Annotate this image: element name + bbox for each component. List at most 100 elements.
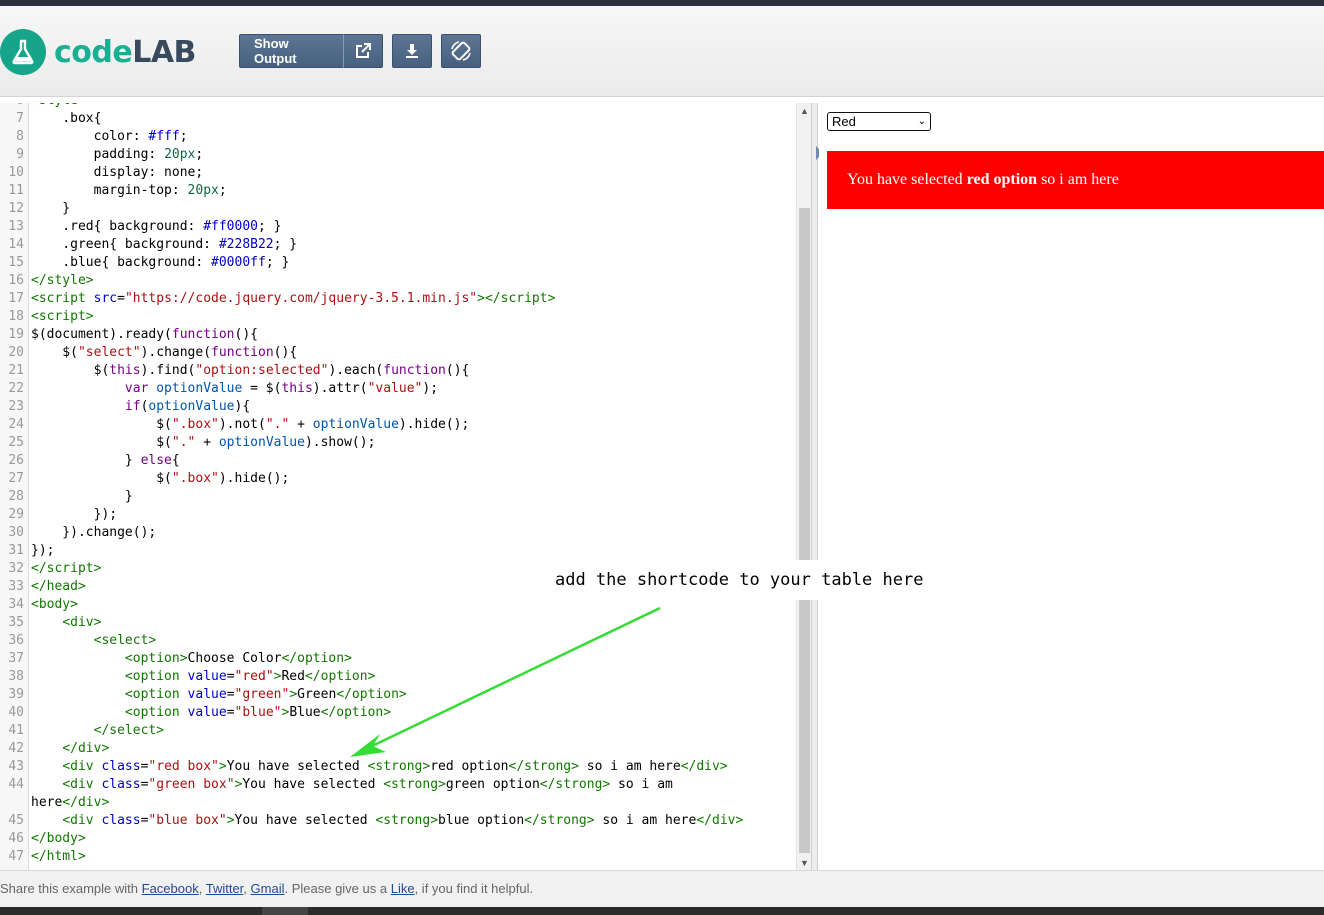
line-number: 12	[8, 201, 24, 216]
code-line: 26 } else{	[0, 452, 796, 470]
line-number: 18	[8, 309, 24, 324]
code-text: $(this).find("option:selected").each(fun…	[31, 363, 470, 378]
code-text: $("select").change(function(){	[31, 345, 298, 360]
line-number: 45	[8, 813, 24, 828]
line-number: 17	[8, 291, 24, 306]
editor-scrollbar[interactable]: ▲ ▼	[796, 103, 811, 870]
line-number: 11	[8, 183, 24, 198]
open-new-window-button[interactable]	[344, 34, 383, 68]
code-text: </select>	[93, 723, 165, 738]
rotate-layout-button[interactable]	[441, 34, 481, 68]
code-text: display: none;	[31, 165, 204, 180]
show-output-button[interactable]: Show Output	[239, 34, 344, 68]
line-number: 15	[8, 255, 24, 270]
header: codeLAB Show Output	[0, 6, 1324, 97]
code-text: .box{	[31, 111, 102, 126]
color-select-value: Red	[832, 114, 856, 129]
logo-text: codeLAB	[54, 35, 196, 70]
code-line: 28 }	[0, 488, 796, 506]
code-line: 24 $(".box").not("." + optionValue).hide…	[0, 416, 796, 434]
pane-divider[interactable]	[811, 103, 818, 870]
code-line: 47 </html>	[0, 848, 796, 866]
code-text: } else{	[31, 453, 180, 468]
download-button[interactable]	[392, 34, 432, 68]
line-number: 43	[8, 759, 24, 774]
code-text: <select>	[93, 633, 157, 648]
code-line: 44 <div class="green box">You have selec…	[0, 776, 796, 794]
code-line: 31});	[0, 542, 796, 560]
download-icon	[406, 44, 418, 58]
line-number: 26	[8, 453, 24, 468]
line-number: 19	[8, 327, 24, 342]
code-text: });	[31, 507, 118, 522]
line-number: 32	[8, 561, 24, 576]
download-group	[392, 34, 432, 68]
taskbar-item[interactable]	[262, 907, 308, 915]
line-number: 46	[8, 831, 24, 846]
footer-suffix: , if you find it helpful.	[414, 881, 534, 896]
code-text: </body>	[31, 831, 86, 846]
code-text: <option value="red">Red</option>	[124, 669, 376, 684]
code-line: 45 <div class="blue box">You have select…	[0, 812, 796, 830]
footer-sep-1: ,	[198, 881, 206, 896]
code-text: <option value="blue">Blue</option>	[124, 705, 392, 720]
line-number: 34	[8, 597, 24, 612]
logo[interactable]: codeLAB	[0, 28, 196, 76]
taskbar	[0, 907, 1324, 915]
code-line: 14 .green{ background: #228B22; }	[0, 236, 796, 254]
code-text: <style>	[31, 103, 86, 110]
code-text: here</div>	[31, 795, 110, 810]
code-text: <script src="https://code.jquery.com/jqu…	[31, 291, 556, 306]
code-line: 10 display: none;	[0, 164, 796, 182]
code-line: 17 <script src="https://code.jquery.com/j…	[0, 290, 796, 308]
footer: Share this example with Facebook, Twitte…	[0, 870, 1324, 907]
code-line: 20 $("select").change(function(){	[0, 344, 796, 362]
line-number: 6	[0, 103, 24, 110]
footer-prefix: Share this example with	[0, 881, 142, 896]
code-line: 30 }).change();	[0, 524, 796, 542]
footer-sep-2: ,	[243, 881, 251, 896]
show-output-group: Show Output	[239, 34, 383, 68]
line-number: 8	[16, 129, 24, 144]
line-number: 23	[8, 399, 24, 414]
code-text: }).change();	[31, 525, 157, 540]
line-number: 47	[8, 849, 24, 864]
code-text: </style>	[31, 273, 94, 288]
line-number: 9	[16, 147, 24, 162]
line-number: 38	[8, 669, 24, 684]
code-text: $(".box").hide();	[31, 471, 290, 486]
code-line: 29 });	[0, 506, 796, 524]
line-number: 35	[8, 615, 24, 630]
gmail-link[interactable]: Gmail	[251, 881, 285, 896]
facebook-link[interactable]: Facebook	[142, 881, 199, 896]
line-number: 37	[8, 651, 24, 666]
code-line: here</div>	[0, 794, 796, 812]
line-number: 31	[8, 543, 24, 558]
scroll-down-icon[interactable]: ▼	[797, 855, 812, 870]
line-number: 39	[8, 687, 24, 702]
scroll-thumb[interactable]	[799, 208, 810, 853]
line-number: 33	[8, 579, 24, 594]
line-number: 10	[8, 165, 24, 180]
code-text: if(optionValue){	[124, 399, 251, 414]
chevron-down-icon: ⌄	[917, 116, 926, 127]
line-number: 29	[8, 507, 24, 522]
flask-icon	[0, 29, 46, 75]
logo-text-code: code	[54, 34, 133, 70]
code-line: 22 var optionValue = $(this).attr("value…	[0, 380, 796, 398]
line-number: 13	[8, 219, 24, 234]
red-box-strong: red option	[966, 171, 1038, 188]
line-number: 41	[8, 723, 24, 738]
code-line: 8 color: #fff;	[0, 128, 796, 146]
line-number: 44	[8, 777, 24, 792]
code-line: 25 $("." + optionValue).show();	[0, 434, 796, 452]
color-select[interactable]: Red ⌄	[827, 112, 931, 131]
scroll-up-icon[interactable]: ▲	[797, 103, 812, 118]
line-number: 21	[8, 363, 24, 378]
twitter-link[interactable]: Twitter	[206, 881, 244, 896]
line-number: 27	[8, 471, 24, 486]
line-number: 40	[8, 705, 24, 720]
rotate-icon	[451, 41, 471, 61]
like-link[interactable]: Like	[391, 881, 415, 896]
code-text: <body>	[31, 597, 78, 612]
